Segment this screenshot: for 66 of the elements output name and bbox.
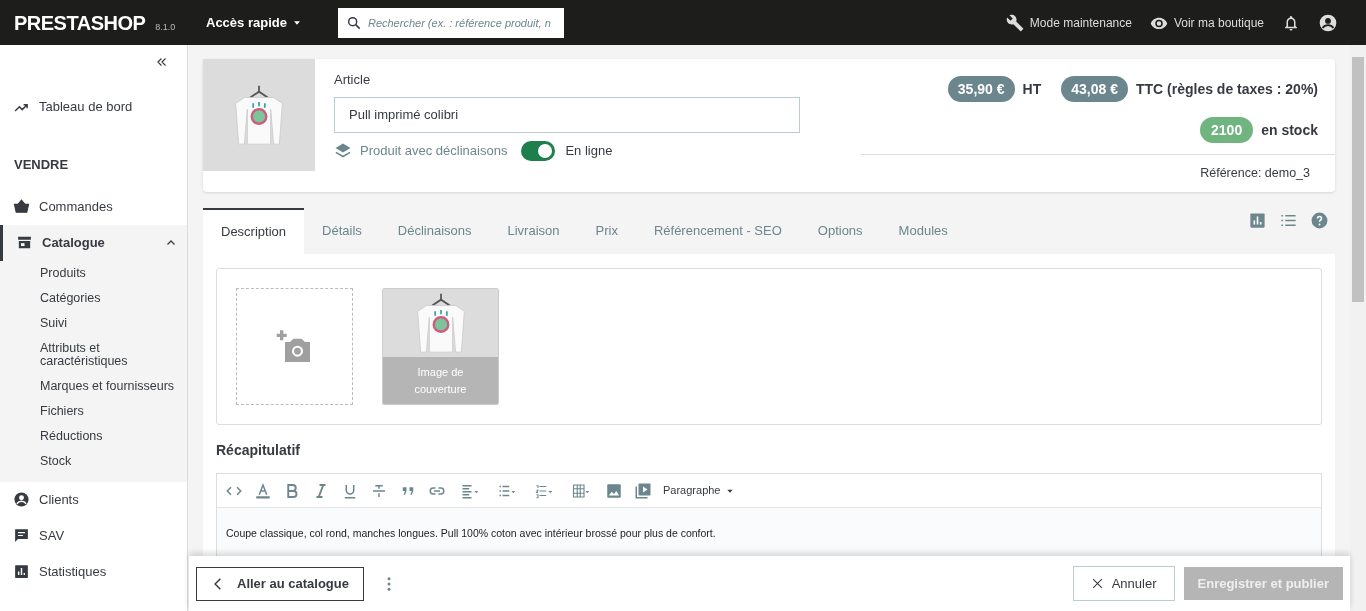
layers-icon bbox=[334, 141, 352, 160]
view-shop-label: Voir ma boutique bbox=[1173, 14, 1264, 32]
sidebar-subitem[interactable]: Attributs et caractéristiques bbox=[0, 335, 187, 374]
sidebar-item[interactable]: Statistiques bbox=[0, 553, 187, 590]
image-icon[interactable] bbox=[605, 481, 623, 500]
maintenance-label: Mode maintenance bbox=[1029, 14, 1132, 32]
sidebar-subitem[interactable]: Suivi bbox=[0, 310, 187, 336]
sidebar-item[interactable]: Commandes bbox=[0, 188, 187, 225]
maintenance-link[interactable]: Mode maintenance bbox=[1005, 13, 1132, 32]
cover-caption: Image de couverture bbox=[383, 357, 498, 404]
back-to-catalog-button[interactable]: Aller au catalogue bbox=[196, 566, 364, 601]
search-field[interactable]: Rechercher (ex. : référence produit, n bbox=[337, 7, 564, 38]
reference-label: Référence: demo_3 bbox=[1200, 165, 1310, 183]
cancel-button[interactable]: Annuler bbox=[1072, 566, 1175, 601]
sidebar-subitem[interactable]: Fichiers bbox=[0, 398, 187, 424]
price-badge: 35,90 € bbox=[947, 76, 1015, 102]
sidebar-subitem[interactable]: Marques et fournisseurs bbox=[0, 373, 187, 399]
sidebar-item[interactable]: Clients bbox=[0, 481, 187, 518]
tab[interactable]: Déclinaisons bbox=[379, 208, 490, 254]
price-label: HT bbox=[1022, 79, 1042, 99]
online-toggle[interactable] bbox=[521, 140, 556, 161]
editor-text: Coupe classique, col rond, manches longues. Pull 100% coton avec intérieur brossé pour plus de confort. bbox=[226, 526, 717, 541]
product-type-label: Produit avec déclinaisons bbox=[360, 141, 508, 160]
tab[interactable]: Options bbox=[799, 208, 881, 254]
basket-icon bbox=[13, 198, 30, 215]
stock-badge: 2100 bbox=[1200, 117, 1254, 143]
format-dropdown[interactable]: Paragraphe bbox=[663, 482, 734, 499]
logo[interactable]: PRESTASHOP bbox=[14, 7, 146, 38]
version-label: 8.1.0 bbox=[155, 20, 176, 34]
price-label: TTC (règles de taxes : 20%) bbox=[1135, 79, 1318, 99]
tab[interactable]: Prix bbox=[577, 208, 636, 254]
sidebar-subitem[interactable]: Catégories bbox=[0, 285, 187, 311]
price-badge: 43,08 € bbox=[1061, 76, 1128, 102]
collapse-icon[interactable] bbox=[155, 55, 169, 69]
help-icon[interactable] bbox=[1310, 211, 1329, 230]
section-heading: VENDRE bbox=[13, 156, 70, 174]
bar-chart-icon[interactable] bbox=[1248, 211, 1267, 230]
product-name-field[interactable]: Pull imprimé colibri bbox=[334, 96, 800, 133]
account-icon[interactable] bbox=[1318, 12, 1338, 33]
text-color-icon[interactable] bbox=[254, 481, 272, 500]
quick-access-menu[interactable]: Accès rapide bbox=[206, 12, 302, 33]
tab[interactable]: Référencement - SEO bbox=[635, 208, 800, 254]
video-icon[interactable] bbox=[634, 481, 652, 500]
sidebar-item[interactable]: SAV bbox=[0, 517, 187, 554]
tab[interactable]: Modules bbox=[880, 208, 966, 254]
search-icon bbox=[345, 14, 362, 31]
bar-chart-icon bbox=[13, 563, 30, 580]
toggle-label: En ligne bbox=[565, 141, 613, 160]
view-shop-link[interactable]: Voir ma boutique bbox=[1149, 13, 1264, 32]
sidebar-subitem[interactable]: Produits bbox=[0, 260, 187, 286]
account-icon bbox=[13, 491, 30, 508]
field-label: Article bbox=[334, 71, 372, 89]
tab[interactable]: Livraison bbox=[489, 208, 578, 254]
tab[interactable]: Détails bbox=[304, 208, 380, 254]
stock-label: en stock bbox=[1261, 120, 1318, 140]
sidebar-subitem[interactable]: Stock bbox=[0, 448, 187, 474]
tab[interactable]: Description bbox=[203, 208, 305, 254]
chat-icon bbox=[13, 527, 30, 544]
section-title: Récapitulatif bbox=[216, 441, 301, 460]
close-icon bbox=[1090, 577, 1104, 590]
add-image-button[interactable] bbox=[236, 288, 353, 405]
wrench-icon bbox=[1005, 13, 1024, 32]
bell-icon[interactable] bbox=[1282, 13, 1300, 32]
sidebar-subitem[interactable]: Réductions bbox=[0, 423, 187, 449]
store-icon bbox=[16, 234, 33, 251]
sidebar-item[interactable]: Tableau de bord bbox=[0, 89, 187, 125]
